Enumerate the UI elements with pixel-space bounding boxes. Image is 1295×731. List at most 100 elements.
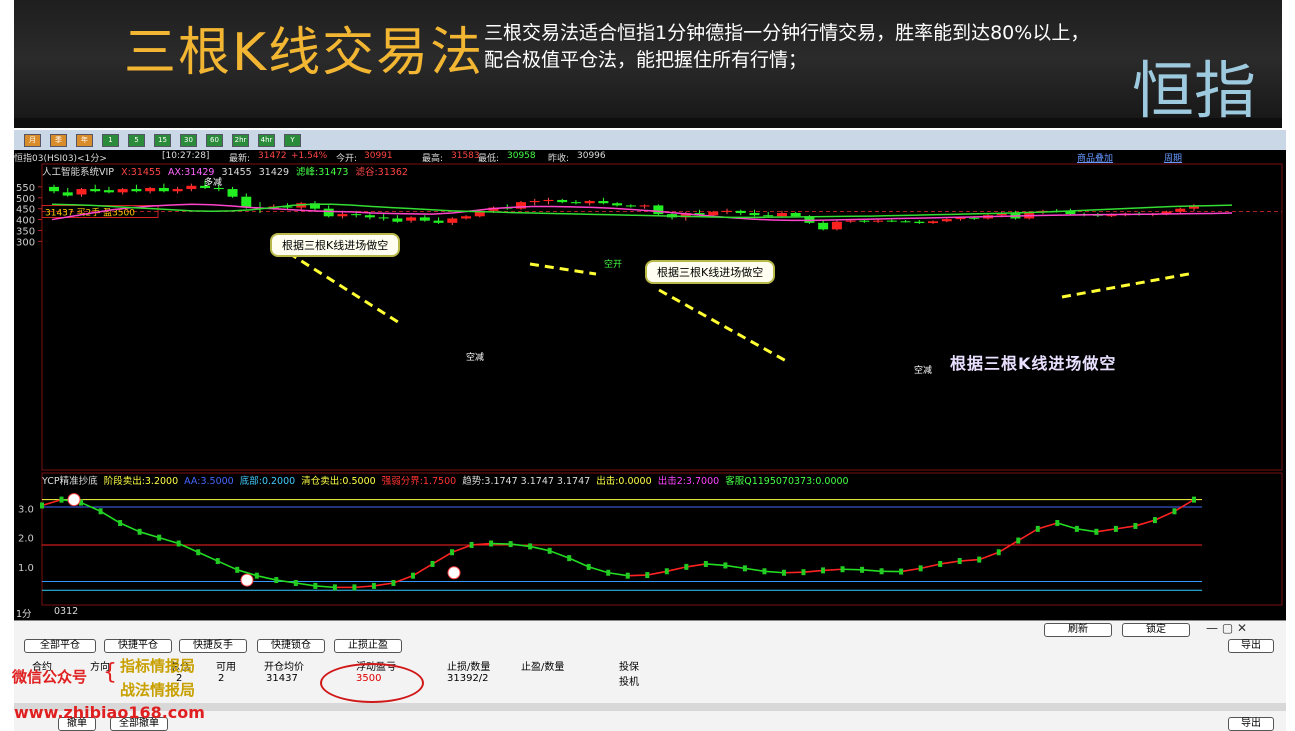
sub-series-segment bbox=[764, 571, 784, 572]
candle-body bbox=[447, 218, 457, 222]
close-all-button[interactable]: 全部平仓 bbox=[24, 639, 96, 653]
candle-body bbox=[379, 217, 389, 218]
sub-series-segment bbox=[686, 564, 706, 567]
col-take-profit: 止盈/数量 bbox=[521, 658, 564, 673]
stop-loss-profit-button[interactable]: 止损止盈 bbox=[334, 639, 402, 653]
sub-marker bbox=[762, 568, 766, 574]
candle-body bbox=[214, 188, 224, 189]
candle-body bbox=[969, 218, 979, 219]
sub-marker bbox=[723, 562, 727, 568]
watermark-site: www.zhibiao168.com bbox=[14, 703, 205, 722]
export-button[interactable]: 导出 bbox=[1228, 639, 1274, 653]
refresh-button[interactable]: 刷新 bbox=[1044, 623, 1112, 637]
trend-dash-3 bbox=[1062, 273, 1194, 297]
quick-close-button[interactable]: 快捷平仓 bbox=[104, 639, 172, 653]
quick-reverse-button[interactable]: 快捷反手 bbox=[179, 639, 247, 653]
sub-marker bbox=[1016, 538, 1020, 544]
code-footer: 0312 bbox=[54, 606, 78, 617]
candle-body bbox=[76, 189, 86, 194]
sub-series-segment bbox=[921, 564, 941, 568]
sub-marker bbox=[450, 549, 454, 555]
cell-stop-loss: 31392/2 bbox=[447, 673, 489, 684]
sub-marker bbox=[40, 502, 44, 508]
sub-marker bbox=[391, 580, 395, 586]
smiley-icon bbox=[448, 567, 460, 579]
sub-marker bbox=[411, 573, 415, 579]
sub-series-segment bbox=[1155, 511, 1175, 520]
sub-series-segment bbox=[159, 538, 179, 544]
candle-body bbox=[832, 222, 842, 230]
sub-marker bbox=[958, 558, 962, 564]
lock-button[interactable]: 锁定 bbox=[1122, 623, 1190, 637]
signal-duo: 多减 bbox=[204, 175, 222, 188]
candle-body bbox=[420, 217, 430, 220]
sub-series-segment bbox=[198, 552, 218, 561]
signal-kong-3: 空减 bbox=[914, 363, 932, 376]
y-tick-label: 400 bbox=[16, 216, 35, 227]
cell-open-price: 31437 bbox=[266, 673, 298, 684]
candle-body bbox=[49, 187, 59, 191]
sub-y-tick-label: 2.0 bbox=[18, 534, 34, 545]
sub-series-segment bbox=[940, 561, 960, 564]
sub-marker bbox=[1114, 526, 1118, 532]
sub-series-segment bbox=[354, 586, 374, 587]
sub-series-segment bbox=[120, 523, 140, 532]
sub-series-segment bbox=[628, 575, 648, 576]
quick-lock-button[interactable]: 快捷锁仓 bbox=[257, 639, 325, 653]
candle-body bbox=[159, 188, 169, 191]
trend-dash-1 bbox=[530, 264, 596, 274]
description-line-1: 三根交易法适合恒指1分钟德指一分钟行情交易，胜率能到达80%以上， bbox=[484, 20, 1244, 47]
candle-body bbox=[736, 211, 746, 213]
header-banner: 三根K线交易法 三根交易法适合恒指1分钟德指一分钟行情交易，胜率能到达80%以上… bbox=[14, 0, 1282, 128]
sub-y-tick-label: 1.0 bbox=[18, 563, 34, 574]
sub-marker bbox=[216, 558, 220, 564]
brand-logo: 恒指 bbox=[1132, 40, 1256, 130]
sub-marker bbox=[157, 535, 161, 541]
sub-marker bbox=[801, 569, 805, 575]
col-available: 可用 bbox=[216, 658, 236, 673]
candle-body bbox=[186, 186, 196, 189]
sub-marker bbox=[860, 567, 864, 573]
candle-body bbox=[392, 218, 402, 221]
sub-series-segment bbox=[569, 558, 589, 567]
candle-body bbox=[90, 189, 100, 191]
candle-body bbox=[708, 212, 718, 215]
sub-series-segment bbox=[862, 570, 882, 571]
candle-body bbox=[63, 192, 73, 195]
smiley-icon bbox=[241, 574, 253, 586]
candle-body bbox=[241, 197, 251, 208]
candle-body bbox=[461, 216, 471, 218]
sub-series-segment bbox=[101, 511, 121, 523]
candle-body bbox=[846, 221, 856, 222]
candle-body bbox=[434, 221, 444, 223]
sub-series-segment bbox=[999, 541, 1019, 553]
sub-chart-frame bbox=[42, 473, 1282, 605]
candle-body bbox=[1175, 209, 1185, 212]
candle-body bbox=[324, 209, 334, 217]
sub-series-segment bbox=[1077, 529, 1097, 532]
window-controls-icon[interactable]: — ▢ ✕ bbox=[1206, 621, 1247, 635]
sub-marker bbox=[470, 542, 474, 548]
sub-series-segment bbox=[843, 569, 863, 570]
candle-body bbox=[612, 203, 622, 205]
sub-marker bbox=[1036, 526, 1040, 532]
candle-body bbox=[763, 215, 773, 216]
banner-description: 三根交易法适合恒指1分钟德指一分钟行情交易，胜率能到达80%以上， 配合极值平仓… bbox=[484, 20, 1244, 74]
sub-marker bbox=[99, 508, 103, 514]
sub-marker bbox=[919, 565, 923, 571]
sub-marker bbox=[743, 565, 747, 571]
candle-body bbox=[557, 200, 567, 202]
y-tick-label: 300 bbox=[16, 237, 35, 248]
sub-series-segment bbox=[979, 552, 999, 559]
sub-marker bbox=[528, 543, 532, 549]
entry-note-bubble-1: 根据三根K线进场做空 bbox=[270, 233, 400, 257]
sub-series-segment bbox=[413, 564, 433, 576]
sub-series-segment bbox=[530, 546, 550, 550]
sub-marker bbox=[1075, 526, 1079, 532]
cell-available: 2 bbox=[218, 673, 224, 684]
sub-marker bbox=[626, 573, 630, 579]
sub-marker bbox=[255, 573, 259, 579]
sub-marker bbox=[1172, 508, 1176, 514]
sub-marker bbox=[665, 568, 669, 574]
sub-marker bbox=[489, 541, 493, 547]
